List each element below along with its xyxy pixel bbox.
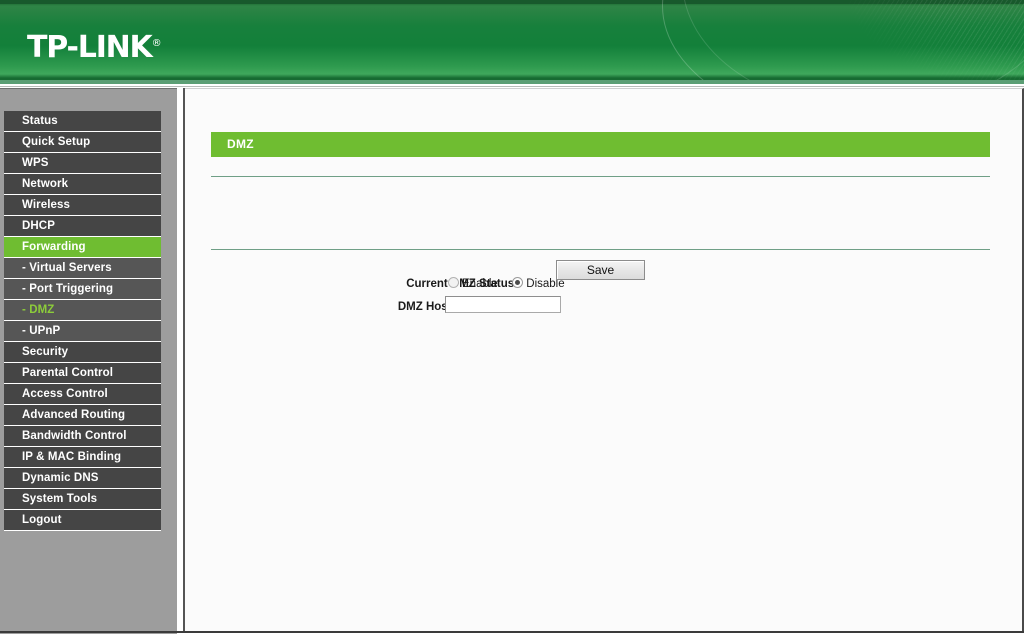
sidebar-menu: Status Quick Setup WPS Network Wireless DHCP F… bbox=[4, 111, 161, 531]
sidebar-item-wps[interactable]: WPS bbox=[4, 153, 161, 174]
sidebar-item-security[interactable]: Security bbox=[4, 342, 161, 363]
sidebar-item-dynamic-dns[interactable]: Dynamic DNS bbox=[4, 468, 161, 489]
sidebar-item-forwarding[interactable]: Forwarding bbox=[4, 237, 161, 258]
radio-option-enable[interactable]: Enable bbox=[448, 275, 498, 293]
sidebar-item-bandwidth-control[interactable]: Bandwidth Control bbox=[4, 426, 161, 447]
radio-label-enable: Enable bbox=[462, 278, 498, 290]
main-content: DMZ Current DMZ Status: Enable Disable D… bbox=[185, 88, 1024, 633]
radio-button-enable[interactable] bbox=[448, 277, 459, 288]
sidebar-item-virtual-servers[interactable]: - Virtual Servers bbox=[4, 258, 161, 279]
sidebar-item-status[interactable]: Status bbox=[4, 111, 161, 132]
tp-link-logo: TP-LINK® bbox=[27, 27, 162, 65]
radio-button-disable[interactable] bbox=[512, 277, 524, 288]
sidebar-item-logout[interactable]: Logout bbox=[4, 510, 161, 531]
page-header: TP-LINK® bbox=[0, 0, 1024, 88]
sidebar-item-ip-mac-binding[interactable]: IP & MAC Binding bbox=[4, 447, 161, 468]
sidebar-item-quick-setup[interactable]: Quick Setup bbox=[4, 132, 161, 153]
router-admin-page: TP-LINK® Status Quick Setup WPS Network Wire… bbox=[0, 0, 1024, 634]
save-button[interactable]: Save bbox=[556, 260, 645, 280]
brand-name: TP-LINK bbox=[27, 30, 153, 65]
page-title-bar: DMZ bbox=[211, 132, 990, 157]
page-title: DMZ bbox=[227, 137, 254, 151]
sidebar-item-access-control[interactable]: Access Control bbox=[4, 384, 161, 405]
sidebar-item-wireless[interactable]: Wireless bbox=[4, 195, 161, 216]
sidebar-item-dmz[interactable]: - DMZ bbox=[4, 300, 161, 321]
sidebar-item-upnp[interactable]: - UPnP bbox=[4, 321, 161, 342]
registered-trademark-icon: ® bbox=[151, 38, 162, 49]
dmz-host-ip-input[interactable] bbox=[445, 296, 561, 313]
form-divider-bottom bbox=[211, 249, 990, 250]
sidebar-item-dhcp[interactable]: DHCP bbox=[4, 216, 161, 237]
sidebar-item-network[interactable]: Network bbox=[4, 174, 161, 195]
sidebar-item-parental-control[interactable]: Parental Control bbox=[4, 363, 161, 384]
sidebar-content-divider bbox=[177, 88, 185, 633]
sidebar-item-system-tools[interactable]: System Tools bbox=[4, 489, 161, 510]
form-divider-top bbox=[211, 176, 990, 177]
header-underline-divider bbox=[0, 80, 1024, 88]
sidebar-item-advanced-routing[interactable]: Advanced Routing bbox=[4, 405, 161, 426]
body-area: Status Quick Setup WPS Network Wireless DHCP F… bbox=[0, 88, 1024, 634]
form-row-dmz-host-ip: DMZ Host IP Address: bbox=[185, 296, 1024, 318]
sidebar: Status Quick Setup WPS Network Wireless DHCP F… bbox=[0, 88, 177, 634]
sidebar-item-port-triggering[interactable]: - Port Triggering bbox=[4, 279, 161, 300]
